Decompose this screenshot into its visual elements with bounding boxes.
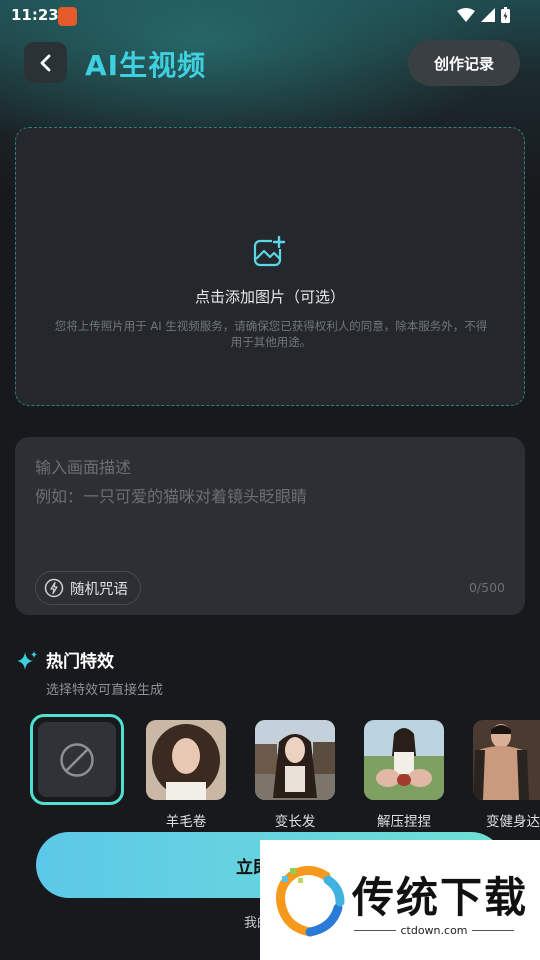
hot-effects-title: 热门特效 bbox=[46, 652, 114, 672]
hot-effects-header: 热门特效 bbox=[16, 647, 114, 672]
image-upload-area[interactable]: 点击添加图片（可选） 您将上传照片用于 AI 生视频服务，请确保您已获得权利人的… bbox=[15, 127, 525, 406]
watermark-name: 传统下载 bbox=[352, 873, 529, 922]
status-icons bbox=[457, 7, 510, 23]
wifi-icon bbox=[457, 8, 475, 22]
back-button[interactable] bbox=[24, 42, 67, 83]
effects-list: 羊毛卷 变长发 解压捏捏 变健身达 bbox=[0, 712, 540, 832]
effect-label: 变长发 bbox=[274, 814, 316, 830]
sparkle-icon bbox=[17, 650, 37, 670]
prompt-placeholder-line-2: 例如：一只可爱的猫咪对着镜头眨眼睛 bbox=[35, 487, 308, 506]
none-icon bbox=[60, 742, 94, 777]
upload-title: 点击添加图片（可选） bbox=[194, 288, 345, 306]
battery-icon bbox=[501, 7, 510, 23]
effect-thumbnail bbox=[473, 720, 540, 800]
watermark-url: ctdown.com bbox=[354, 924, 514, 937]
watermark-url-text: ctdown.com bbox=[396, 924, 472, 937]
effect-item-fitness[interactable]: 变健身达 bbox=[473, 720, 540, 830]
random-prompt-button[interactable]: 随机咒语 bbox=[35, 571, 141, 605]
effect-thumbnail bbox=[364, 720, 444, 800]
lightning-icon bbox=[44, 578, 64, 598]
effect-none-tile bbox=[38, 722, 116, 797]
status-time: 11:23 bbox=[11, 6, 59, 24]
watermark-logo bbox=[276, 866, 345, 937]
page-title: AI生视频 bbox=[85, 49, 207, 82]
add-image-icon bbox=[253, 235, 286, 267]
signal-icon bbox=[481, 8, 495, 22]
chevron-left-icon bbox=[40, 54, 50, 71]
effect-label: 变健身达 bbox=[486, 814, 540, 830]
watermark-overlay: 传统下载 ctdown.com bbox=[260, 840, 540, 960]
effect-label: 羊毛卷 bbox=[165, 814, 207, 830]
hot-effects-subtitle: 选择特效可直接生成 bbox=[46, 683, 164, 698]
char-count: 0/500 bbox=[468, 580, 505, 595]
effect-thumbnail bbox=[146, 720, 226, 800]
random-prompt-label: 随机咒语 bbox=[70, 581, 128, 598]
effect-item-curly[interactable]: 羊毛卷 bbox=[146, 720, 226, 830]
status-bar: 11:23 bbox=[0, 0, 540, 34]
prompt-input-area[interactable]: 输入画面描述 例如：一只可爱的猫咪对着镜头眨眼睛 随机咒语 0/500 bbox=[15, 437, 525, 615]
prompt-placeholder: 输入画面描述 例如：一只可爱的猫咪对着镜头眨眼睛 bbox=[35, 453, 307, 511]
effect-label: 解压捏捏 bbox=[377, 814, 431, 830]
effect-item-squeeze[interactable]: 解压捏捏 bbox=[364, 720, 444, 830]
notification-app-icon bbox=[58, 7, 77, 26]
effect-none-option[interactable] bbox=[30, 714, 124, 805]
history-button[interactable]: 创作记录 bbox=[408, 40, 520, 86]
effect-item-long-hair[interactable]: 变长发 bbox=[255, 720, 335, 830]
upload-notice: 您将上传照片用于 AI 生视频服务，请确保您已获得权利人的同意，除本服务外，不得… bbox=[54, 319, 488, 349]
effect-thumbnail bbox=[255, 720, 335, 800]
prompt-placeholder-line-1: 输入画面描述 bbox=[35, 458, 132, 477]
